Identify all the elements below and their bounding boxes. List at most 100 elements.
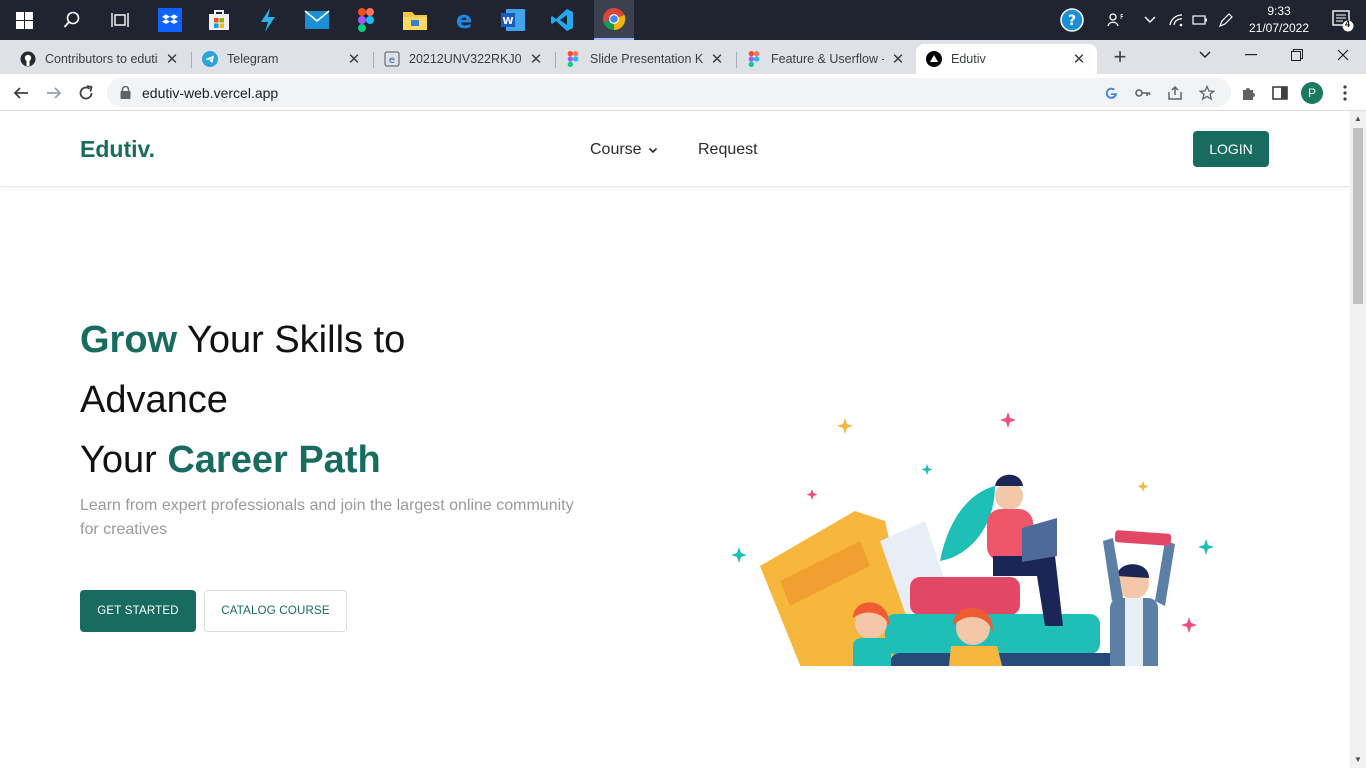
close-window-button[interactable] [1320, 40, 1366, 70]
browser-tabstrip: Contributors to edutiv ✕ Telegram ✕ e 20… [0, 40, 1366, 74]
standing-boy-hair [1117, 564, 1149, 578]
tab-contributors[interactable]: Contributors to edutiv ✕ [10, 44, 190, 74]
tab-close-icon[interactable]: ✕ [890, 50, 906, 68]
notification-count: 4 [1345, 19, 1351, 29]
word-icon[interactable]: W [497, 4, 529, 36]
bookmark-star-icon[interactable] [1198, 84, 1216, 102]
bolt-app-icon[interactable] [252, 4, 284, 36]
people-icon[interactable]: R [1102, 0, 1128, 40]
boy-hair [995, 474, 1023, 486]
scroll-down-arrow-icon[interactable]: ▼ [1350, 752, 1366, 768]
tab-title: Slide Presentation Kel [590, 52, 703, 66]
boy-head [995, 482, 1023, 510]
scroll-up-arrow-icon[interactable]: ▲ [1350, 111, 1366, 127]
standing-boy-shirt [1125, 598, 1143, 666]
page-scrollbar[interactable]: ▲ ▼ [1350, 111, 1366, 768]
battery-icon[interactable] [1190, 0, 1210, 40]
tab-close-icon[interactable]: ✕ [1071, 50, 1087, 68]
clock-time: 9:33 [1267, 4, 1291, 18]
url-text: edutiv-web.vercel.app [142, 85, 279, 101]
tab-close-icon[interactable]: ✕ [164, 50, 180, 68]
extensions-icon[interactable] [1237, 82, 1259, 104]
dropbox-icon[interactable] [154, 4, 186, 36]
file-explorer-icon[interactable] [399, 4, 431, 36]
hero-subtitle: Learn from expert professionals and join… [80, 497, 574, 538]
hero-accent-career: Career Path [167, 439, 381, 481]
nav-course-label: Course [590, 141, 642, 158]
restore-button[interactable] [1274, 40, 1320, 70]
address-bar[interactable]: edutiv-web.vercel.app [107, 78, 1231, 107]
tab-title: Telegram [227, 52, 279, 66]
book-navy [890, 653, 1120, 666]
portal-icon: e [384, 51, 400, 67]
svg-text:R: R [1120, 13, 1123, 21]
notification-center-icon[interactable]: 4 [1332, 10, 1354, 37]
svg-text:e: e [389, 55, 395, 66]
tab-close-icon[interactable]: ✕ [528, 50, 544, 68]
tab-course-portal[interactable]: e 20212UNV322RKJ001 ✕ [374, 44, 554, 74]
back-icon[interactable] [7, 79, 35, 107]
page-viewport: Edutiv. Course Request LOGIN Grow Your S… [0, 111, 1350, 768]
new-tab-button[interactable]: + [1108, 44, 1132, 70]
windows-taskbar: e W ? R 9:33 21/07/2022 4 [0, 0, 1366, 40]
catalog-course-button[interactable]: CATALOG COURSE [204, 590, 347, 632]
tab-search-icon[interactable] [1182, 40, 1228, 70]
standing-boy-arm-right [1155, 541, 1175, 606]
hero-line3-start: Your [80, 439, 168, 481]
figma-icon [746, 51, 762, 67]
chrome-icon[interactable] [594, 0, 634, 40]
edge-icon[interactable]: e [448, 4, 480, 36]
scroll-thumb[interactable] [1353, 128, 1363, 304]
hero-title-line-3: Your Career Path [80, 430, 381, 490]
tab-feature-userflow[interactable]: Feature & Userflow - F ✕ [736, 44, 916, 74]
key-icon[interactable] [1134, 84, 1152, 102]
side-panel-icon[interactable] [1269, 82, 1291, 104]
tab-title: Contributors to edutiv [45, 52, 158, 66]
figma-icon[interactable] [350, 4, 382, 36]
held-book [1114, 530, 1172, 546]
tab-telegram[interactable]: Telegram ✕ [192, 44, 372, 74]
help-icon[interactable]: ? [1058, 0, 1086, 40]
lock-icon [120, 85, 131, 104]
forward-icon[interactable] [40, 79, 68, 107]
leaf-teal [940, 486, 995, 561]
nav-request[interactable]: Request [698, 141, 758, 159]
hero-illustration [731, 412, 1214, 666]
hero-title-line-1: Grow Your Skills to [80, 310, 405, 370]
hero-title-line-2: Advance [80, 379, 228, 421]
svg-text:?: ? [1068, 13, 1076, 29]
profile-avatar[interactable]: P [1301, 82, 1323, 104]
reload-icon[interactable] [72, 79, 100, 107]
github-icon [20, 51, 36, 67]
mail-icon[interactable] [301, 4, 333, 36]
nav-course[interactable]: Course [590, 141, 658, 159]
google-icon[interactable] [1102, 84, 1120, 102]
tab-title: Edutiv [951, 52, 986, 66]
tab-close-icon[interactable]: ✕ [709, 50, 725, 68]
vscode-icon[interactable] [546, 4, 578, 36]
menu-dots-icon[interactable] [1334, 82, 1356, 104]
system-clock[interactable]: 9:33 21/07/2022 [1244, 3, 1314, 37]
site-header: Edutiv. Course Request LOGIN [0, 111, 1350, 187]
microsoft-store-icon[interactable] [203, 4, 235, 36]
tab-close-icon[interactable]: ✕ [346, 50, 362, 68]
tab-title: Feature & Userflow - F [771, 52, 884, 66]
tab-edutiv[interactable]: Edutiv ✕ [916, 44, 1097, 74]
minimize-button[interactable] [1228, 40, 1274, 70]
hero-line1-rest: Your Skills to [177, 319, 406, 361]
girl1-shirt [853, 638, 891, 666]
windows-start-icon[interactable] [8, 4, 40, 36]
login-button[interactable]: LOGIN [1193, 131, 1269, 167]
task-view-icon[interactable] [104, 4, 136, 36]
share-icon[interactable] [1166, 84, 1184, 102]
figma-icon [565, 51, 581, 67]
site-logo[interactable]: Edutiv. [80, 136, 155, 163]
wifi-icon[interactable] [1166, 0, 1186, 40]
pen-icon[interactable] [1216, 0, 1236, 40]
search-icon[interactable] [56, 4, 88, 36]
tab-slide-presentation[interactable]: Slide Presentation Kel ✕ [555, 44, 735, 74]
chevron-up-icon[interactable] [1140, 0, 1160, 40]
telegram-icon [202, 51, 218, 67]
svg-text:W: W [502, 16, 513, 27]
get-started-button[interactable]: GET STARTED [80, 590, 196, 632]
